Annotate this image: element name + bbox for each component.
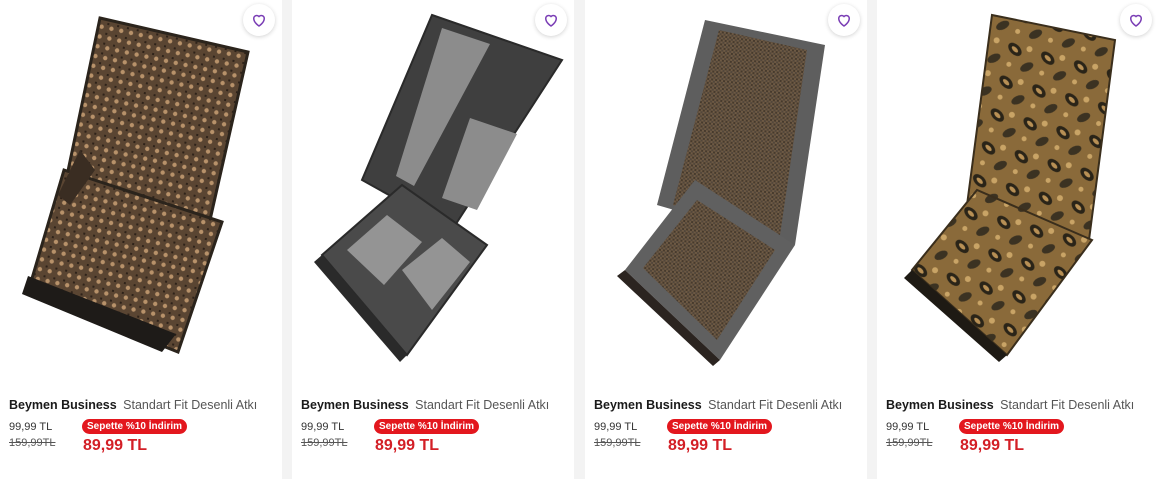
- product-image[interactable]: [0, 0, 282, 380]
- price-list: 159,99TL: [886, 437, 933, 449]
- price-original: 99,99 TL: [886, 421, 930, 433]
- product-card[interactable]: Beymen Business Standart Fit Desenli Atk…: [877, 0, 1156, 479]
- product-title[interactable]: Beymen Business Standart Fit Desenli Atk…: [594, 398, 842, 412]
- favorite-button[interactable]: [535, 4, 567, 36]
- product-title[interactable]: Beymen Business Standart Fit Desenli Atk…: [301, 398, 549, 412]
- price-original: 99,99 TL: [9, 421, 53, 433]
- price-original: 99,99 TL: [594, 421, 638, 433]
- price-list: 159,99TL: [594, 437, 641, 449]
- product-brand: Beymen Business: [9, 398, 117, 412]
- product-image[interactable]: [877, 0, 1156, 380]
- price-final: 89,99 TL: [83, 437, 148, 454]
- product-image[interactable]: [292, 0, 574, 380]
- scarf-image: [22, 16, 250, 354]
- product-name: Standart Fit Desenli Atkı: [123, 398, 258, 412]
- price-final: 89,99 TL: [375, 437, 440, 454]
- product-name: Standart Fit Desenli Atkı: [1000, 398, 1135, 412]
- discount-badge: Sepette %10 İndirim: [959, 419, 1065, 434]
- price-final: 89,99 TL: [668, 437, 733, 454]
- scarf-image: [314, 13, 564, 362]
- product-card[interactable]: Beymen Business Standart Fit Desenli Atk…: [292, 0, 574, 479]
- favorite-button[interactable]: [828, 4, 860, 36]
- discount-badge: Sepette %10 İndirim: [667, 419, 773, 434]
- product-brand: Beymen Business: [594, 398, 702, 412]
- product-card[interactable]: Beymen Business Standart Fit Desenli Atk…: [585, 0, 867, 479]
- favorite-button[interactable]: [243, 4, 275, 36]
- product-image[interactable]: [585, 0, 867, 380]
- heart-icon: [252, 14, 266, 27]
- price-final: 89,99 TL: [960, 437, 1025, 454]
- heart-icon: [837, 14, 851, 27]
- product-brand: Beymen Business: [301, 398, 409, 412]
- favorite-button[interactable]: [1120, 4, 1152, 36]
- heart-icon: [544, 14, 558, 27]
- product-card[interactable]: Beymen Business Standart Fit Desenli Atk…: [0, 0, 282, 479]
- product-name: Standart Fit Desenli Atkı: [708, 398, 843, 412]
- heart-icon: [1129, 14, 1143, 27]
- scarf-image: [617, 20, 825, 366]
- product-title[interactable]: Beymen Business Standart Fit Desenli Atk…: [9, 398, 257, 412]
- price-original: 99,99 TL: [301, 421, 345, 433]
- discount-badge: Sepette %10 İndirim: [374, 419, 480, 434]
- scarf-image: [904, 13, 1117, 362]
- product-grid: Beymen Business Standart Fit Desenli Atk…: [0, 0, 1156, 479]
- product-name: Standart Fit Desenli Atkı: [415, 398, 550, 412]
- price-list: 159,99TL: [9, 437, 56, 449]
- discount-badge: Sepette %10 İndirim: [82, 419, 188, 434]
- price-list: 159,99TL: [301, 437, 348, 449]
- product-brand: Beymen Business: [886, 398, 994, 412]
- product-title[interactable]: Beymen Business Standart Fit Desenli Atk…: [886, 398, 1134, 412]
